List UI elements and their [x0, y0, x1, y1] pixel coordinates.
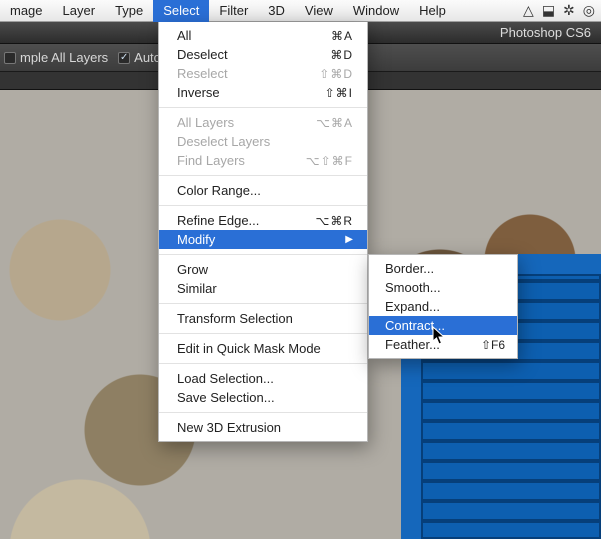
sample-all-layers-checkbox[interactable]: mple All Layers [4, 50, 108, 65]
menu-item-deselect[interactable]: Deselect⌘D [159, 45, 367, 64]
checkbox-box [4, 52, 16, 64]
menu-item-deselect-layers: Deselect Layers [159, 132, 367, 151]
menu-item-load-selection[interactable]: Load Selection... [159, 369, 367, 388]
menu-layer[interactable]: Layer [53, 0, 106, 22]
cc-icon[interactable]: ◎ [583, 2, 595, 19]
menu-view[interactable]: View [295, 0, 343, 22]
menu-item-all-layers: All Layers⌥⌘A [159, 113, 367, 132]
modify-submenu: Border... Smooth... Expand... Contract..… [368, 254, 518, 359]
menubar-status-area: △ ⬓ ✲ ◎ [523, 2, 601, 19]
submenu-item-feather[interactable]: Feather...⇧F6 [369, 335, 517, 354]
menu-item-refine-edge[interactable]: Refine Edge...⌥⌘R [159, 211, 367, 230]
submenu-item-contract[interactable]: Contract... [369, 316, 517, 335]
mac-menubar: mage Layer Type Select Filter 3D View Wi… [0, 0, 601, 22]
sync-icon[interactable]: ✲ [563, 2, 575, 19]
menu-item-similar[interactable]: Similar [159, 279, 367, 298]
menu-item-all[interactable]: All⌘A [159, 26, 367, 45]
drive-icon[interactable]: △ [523, 2, 534, 19]
app-title: Photoshop CS6 [500, 25, 591, 40]
menu-item-find-layers: Find Layers⌥⇧⌘F [159, 151, 367, 170]
menu-item-save-selection[interactable]: Save Selection... [159, 388, 367, 407]
menu-window[interactable]: Window [343, 0, 409, 22]
menu-3d[interactable]: 3D [258, 0, 295, 22]
sample-all-layers-label: mple All Layers [20, 50, 108, 65]
menu-item-modify[interactable]: Modify▶ [159, 230, 367, 249]
menu-filter[interactable]: Filter [209, 0, 258, 22]
menu-type[interactable]: Type [105, 0, 153, 22]
submenu-item-expand[interactable]: Expand... [369, 297, 517, 316]
menu-item-transform-selection[interactable]: Transform Selection [159, 309, 367, 328]
menu-select[interactable]: Select [153, 0, 209, 22]
menu-item-inverse[interactable]: Inverse⇧⌘I [159, 83, 367, 102]
submenu-item-smooth[interactable]: Smooth... [369, 278, 517, 297]
menu-item-grow[interactable]: Grow [159, 260, 367, 279]
menu-item-new-3d-extrusion[interactable]: New 3D Extrusion [159, 418, 367, 437]
checkbox-box: ✓ [118, 52, 130, 64]
dropbox-icon[interactable]: ⬓ [542, 2, 555, 19]
submenu-arrow-icon: ▶ [345, 234, 353, 245]
menu-help[interactable]: Help [409, 0, 456, 22]
menu-item-reselect: Reselect⇧⌘D [159, 64, 367, 83]
select-menu-dropdown: All⌘A Deselect⌘D Reselect⇧⌘D Inverse⇧⌘I … [158, 22, 368, 442]
menu-item-quick-mask[interactable]: Edit in Quick Mask Mode [159, 339, 367, 358]
submenu-item-border[interactable]: Border... [369, 259, 517, 278]
menu-item-color-range[interactable]: Color Range... [159, 181, 367, 200]
menu-image[interactable]: mage [0, 0, 53, 22]
